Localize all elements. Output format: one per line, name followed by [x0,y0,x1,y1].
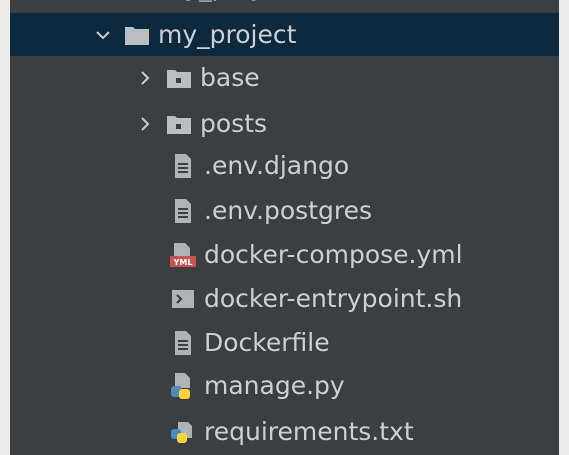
tree-item-requirements[interactable]: requirements.txt [10,410,559,453]
python-file-icon [170,372,196,400]
cut-off-row: my_project [10,0,559,9]
tree-item-env-postgres[interactable]: .env.postgres [10,189,559,232]
tree-root-my-project[interactable]: my_project [10,13,559,56]
tree-item-env-django[interactable]: .env.django [10,144,559,187]
yml-file-icon: YML [170,241,196,269]
tree-root-label: my_project [158,20,297,49]
project-tree-panel: my_project my_project base [10,0,559,455]
tree-item-docker-compose[interactable]: YML docker-compose.yml [10,233,559,276]
tree-item-label: Dockerfile [204,328,330,357]
tree-item-label: requirements.txt [204,417,414,446]
tree-item-label: .env.django [204,151,350,180]
chevron-right-icon[interactable] [136,116,154,132]
tree-item-manage-py[interactable]: manage.py [10,364,559,407]
tree-item-docker-entrypoint[interactable]: docker-entrypoint.sh [10,277,559,320]
text-file-icon [170,152,196,180]
chevron-down-icon[interactable] [94,29,112,41]
cut-off-row-label: my_project [160,0,298,9]
tree-item-dockerfile[interactable]: Dockerfile [10,321,559,364]
text-file-icon [170,329,196,357]
shell-script-icon [170,285,196,313]
tree-item-label: base [200,63,260,92]
tree-item-base[interactable]: base [10,56,559,99]
tree-item-label: docker-entrypoint.sh [204,284,463,313]
tree-item-label: docker-compose.yml [204,240,463,269]
folder-icon [124,21,150,49]
tree-item-label: .env.postgres [204,196,372,225]
package-folder-icon [166,110,192,138]
tree-item-posts[interactable]: posts [10,102,559,145]
svg-text:YML: YML [173,258,193,267]
requirements-file-icon [170,418,196,446]
text-file-icon [170,197,196,225]
tree-item-label: posts [200,109,268,138]
package-folder-icon [166,64,192,92]
chevron-right-icon[interactable] [136,70,154,86]
tree-item-label: manage.py [204,371,345,400]
